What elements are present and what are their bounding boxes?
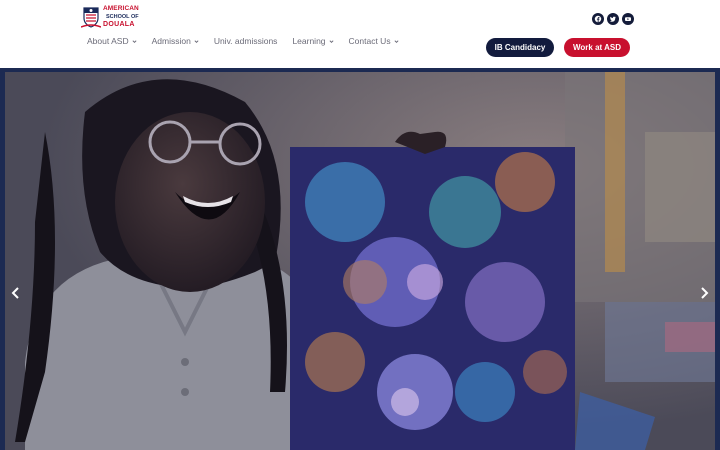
logo-line-3: DOUALA [103,21,135,28]
nav-item-univ-admissions[interactable]: Univ. admissions [214,36,278,46]
logo-line-2: SCHOOL OF [106,14,139,20]
chevron-down-icon [329,39,334,43]
logo-wordmark: AMERICAN SCHOOL OF DOUALA [103,5,139,29]
logo-line-1: AMERICAN [103,5,139,12]
nav-item-contact[interactable]: Contact Us [349,36,399,46]
chevron-down-icon [132,39,137,43]
hero-slider [0,68,720,450]
site-header: AMERICAN SCHOOL OF DOUALA About ASD Admi… [0,0,720,68]
chevron-down-icon [194,39,199,43]
facebook-icon[interactable] [592,13,604,25]
social-links [592,13,634,25]
school-logo[interactable]: AMERICAN SCHOOL OF DOUALA [80,4,141,30]
work-at-asd-button[interactable]: Work at ASD [564,38,630,57]
hero-image [5,72,715,450]
nav-item-admission[interactable]: Admission [152,36,199,46]
chevron-down-icon [394,39,399,43]
nav-item-label: Admission [151,36,191,46]
chevron-right-icon[interactable] [697,286,711,300]
ib-candidacy-button[interactable]: IB Candidacy [486,38,554,57]
nav-item-learning[interactable]: Learning [292,36,334,46]
youtube-icon[interactable] [622,13,634,25]
crest-icon [80,5,102,29]
nav-item-label: Contact Us [348,36,391,46]
nav-item-label: Learning [292,36,326,46]
main-navigation: About ASD Admission Univ. admissions Lea… [87,36,414,46]
nav-item-label: About ASD [87,36,129,46]
twitter-icon[interactable] [607,13,619,25]
nav-item-label: Univ. admissions [213,36,278,46]
nav-item-about[interactable]: About ASD [87,36,137,46]
chevron-left-icon[interactable] [9,286,23,300]
